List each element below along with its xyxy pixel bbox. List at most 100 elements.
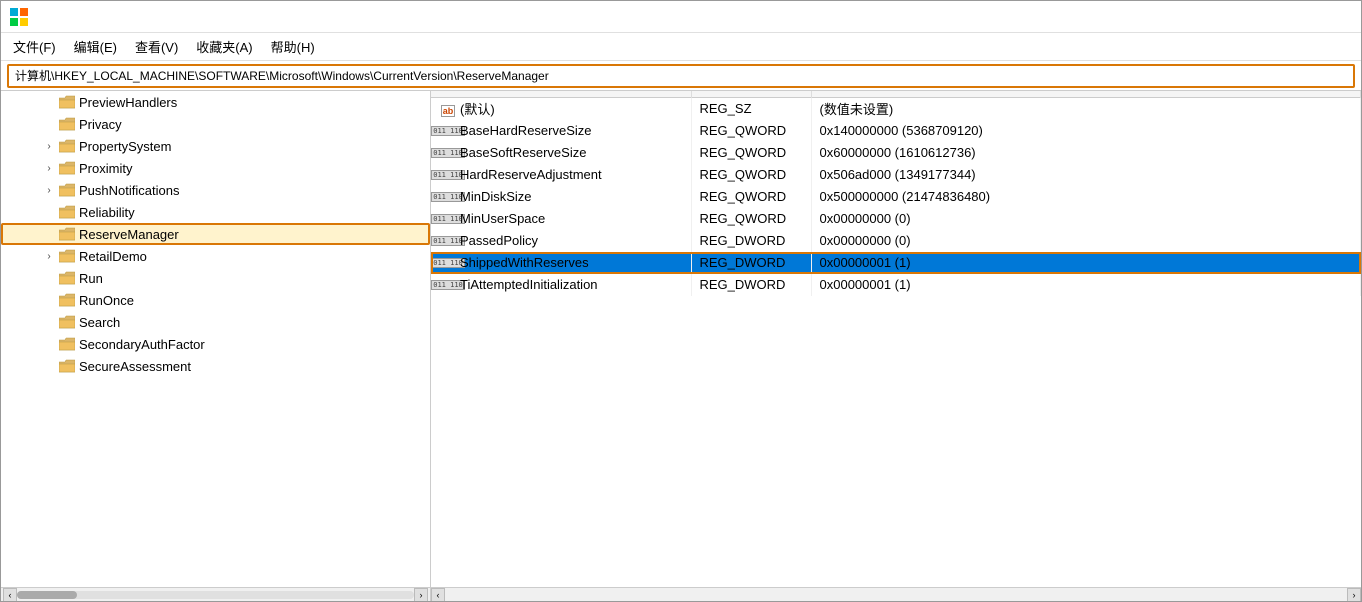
tree-item-reliability[interactable]: Reliability bbox=[1, 201, 430, 223]
tree-panel: PreviewHandlers Privacy › bbox=[1, 91, 431, 601]
tree-label-runonce: RunOnce bbox=[79, 293, 134, 308]
tree-item-secondaryauthfactor[interactable]: SecondaryAuthFactor bbox=[1, 333, 430, 355]
tree-label-reservemanager: ReserveManager bbox=[79, 227, 179, 242]
value-type: REG_DWORD bbox=[691, 230, 811, 252]
value-data: 0x00000000 (0) bbox=[811, 230, 1361, 252]
values-scroll-right[interactable]: › bbox=[1347, 588, 1361, 601]
menu-edit[interactable]: 编辑(E) bbox=[66, 35, 125, 58]
value-type: REG_DWORD bbox=[691, 274, 811, 296]
tree-item-retaildemo[interactable]: › RetailDemo bbox=[1, 245, 430, 267]
value-data: 0x00000001 (1) bbox=[811, 252, 1361, 274]
folder-icon-privacy bbox=[59, 117, 75, 131]
value-data: 0x00000000 (0) bbox=[811, 208, 1361, 230]
table-row[interactable]: 011 110BaseSoftReserveSize REG_QWORD 0x6… bbox=[431, 142, 1361, 164]
folder-icon-secureassessment bbox=[59, 359, 75, 373]
folder-icon-proximity bbox=[59, 161, 75, 175]
tree-label-proximity: Proximity bbox=[79, 161, 132, 176]
expand-icon-reservemanager bbox=[41, 226, 57, 242]
minimize-button[interactable] bbox=[1215, 1, 1261, 33]
value-name: 011 110TiAttemptedInitialization bbox=[431, 274, 691, 296]
tree-item-runonce[interactable]: RunOnce bbox=[1, 289, 430, 311]
tree-label-retaildemo: RetailDemo bbox=[79, 249, 147, 264]
value-data: 0x60000000 (1610612736) bbox=[811, 142, 1361, 164]
expand-icon-propertysystem: › bbox=[41, 138, 57, 154]
addressbar bbox=[1, 61, 1361, 91]
expand-icon-runonce bbox=[41, 292, 57, 308]
folder-icon-reliability bbox=[59, 205, 75, 219]
value-data: 0x506ad000 (1349177344) bbox=[811, 164, 1361, 186]
expand-icon-run bbox=[41, 270, 57, 286]
value-name: 011 110ShippedWithReserves bbox=[431, 252, 691, 274]
value-name: 011 110HardReserveAdjustment bbox=[431, 164, 691, 186]
expand-icon-secureassessment bbox=[41, 358, 57, 374]
close-button[interactable] bbox=[1307, 1, 1353, 33]
table-row[interactable]: ab(默认) REG_SZ (数值未设置) bbox=[431, 98, 1361, 120]
table-row[interactable]: 011 110PassedPolicy REG_DWORD 0x00000000… bbox=[431, 230, 1361, 252]
table-row[interactable]: 011 110MinDiskSize REG_QWORD 0x500000000… bbox=[431, 186, 1361, 208]
folder-icon-secondaryauthfactor bbox=[59, 337, 75, 351]
value-type: REG_QWORD bbox=[691, 164, 811, 186]
tree-item-previewhandlers[interactable]: PreviewHandlers bbox=[1, 91, 430, 113]
value-data: 0x500000000 (21474836480) bbox=[811, 186, 1361, 208]
tree-scroll-thumb[interactable] bbox=[17, 591, 77, 599]
menubar: 文件(F) 编辑(E) 查看(V) 收藏夹(A) 帮助(H) bbox=[1, 33, 1361, 61]
values-table[interactable]: ab(默认) REG_SZ (数值未设置) 011 110BaseHardRes… bbox=[431, 91, 1361, 587]
expand-icon-previewhandlers bbox=[41, 94, 57, 110]
menu-view[interactable]: 查看(V) bbox=[127, 35, 186, 58]
value-type: REG_SZ bbox=[691, 98, 811, 120]
value-type: REG_QWORD bbox=[691, 186, 811, 208]
tree-item-pushnotifications[interactable]: › PushNotifications bbox=[1, 179, 430, 201]
app-icon bbox=[9, 7, 29, 27]
tree-item-proximity[interactable]: › Proximity bbox=[1, 157, 430, 179]
tree-label-search: Search bbox=[79, 315, 120, 330]
tree-scroll-left[interactable]: ‹ bbox=[3, 588, 17, 602]
tree-content[interactable]: PreviewHandlers Privacy › bbox=[1, 91, 430, 587]
menu-file[interactable]: 文件(F) bbox=[5, 35, 64, 58]
expand-icon-search bbox=[41, 314, 57, 330]
expand-icon-proximity: › bbox=[41, 160, 57, 176]
value-name: 011 110BaseSoftReserveSize bbox=[431, 142, 691, 164]
tree-label-secureassessment: SecureAssessment bbox=[79, 359, 191, 374]
tree-item-secureassessment[interactable]: SecureAssessment bbox=[1, 355, 430, 377]
values-hscrollbar[interactable]: ‹ › bbox=[431, 587, 1361, 601]
menu-favorites[interactable]: 收藏夹(A) bbox=[188, 35, 260, 58]
expand-icon-retaildemo: › bbox=[41, 248, 57, 264]
tree-item-run[interactable]: Run bbox=[1, 267, 430, 289]
tree-label-propertysystem: PropertySystem bbox=[79, 139, 171, 154]
address-input[interactable] bbox=[7, 64, 1355, 88]
values-scroll-track[interactable] bbox=[445, 588, 1347, 601]
value-name: 011 110MinUserSpace bbox=[431, 208, 691, 230]
tree-label-secondaryauthfactor: SecondaryAuthFactor bbox=[79, 337, 205, 352]
table-row[interactable]: 011 110HardReserveAdjustment REG_QWORD 0… bbox=[431, 164, 1361, 186]
folder-icon-propertysystem bbox=[59, 139, 75, 153]
table-row[interactable]: 011 110BaseHardReserveSize REG_QWORD 0x1… bbox=[431, 120, 1361, 142]
tree-item-propertysystem[interactable]: › PropertySystem bbox=[1, 135, 430, 157]
folder-icon-runonce bbox=[59, 293, 75, 307]
tree-item-reservemanager[interactable]: ReserveManager bbox=[1, 223, 430, 245]
folder-icon-run bbox=[59, 271, 75, 285]
value-data: 0x140000000 (5368709120) bbox=[811, 120, 1361, 142]
tree-scroll-right[interactable]: › bbox=[414, 588, 428, 602]
table-row[interactable]: 011 110MinUserSpace REG_QWORD 0x00000000… bbox=[431, 208, 1361, 230]
tree-hscrollbar[interactable]: ‹ › bbox=[1, 587, 430, 601]
expand-icon-pushnotifications: › bbox=[41, 182, 57, 198]
value-name: 011 110BaseHardReserveSize bbox=[431, 120, 691, 142]
table-row[interactable]: 011 110ShippedWithReserves REG_DWORD 0x0… bbox=[431, 252, 1361, 274]
value-data: 0x00000001 (1) bbox=[811, 274, 1361, 296]
folder-icon-pushnotifications bbox=[59, 183, 75, 197]
tree-label-pushnotifications: PushNotifications bbox=[79, 183, 179, 198]
tree-scroll-track[interactable] bbox=[17, 591, 414, 599]
maximize-button[interactable] bbox=[1261, 1, 1307, 33]
tree-item-privacy[interactable]: Privacy bbox=[1, 113, 430, 135]
tree-label-run: Run bbox=[79, 271, 103, 286]
tree-label-reliability: Reliability bbox=[79, 205, 135, 220]
expand-icon-privacy bbox=[41, 116, 57, 132]
value-type: REG_QWORD bbox=[691, 142, 811, 164]
value-type: REG_DWORD bbox=[691, 252, 811, 274]
value-type: REG_QWORD bbox=[691, 208, 811, 230]
tree-item-search[interactable]: Search bbox=[1, 311, 430, 333]
table-row[interactable]: 011 110TiAttemptedInitialization REG_DWO… bbox=[431, 274, 1361, 296]
folder-icon-retaildemo bbox=[59, 249, 75, 263]
values-scroll-left[interactable]: ‹ bbox=[431, 588, 445, 601]
menu-help[interactable]: 帮助(H) bbox=[263, 35, 323, 58]
